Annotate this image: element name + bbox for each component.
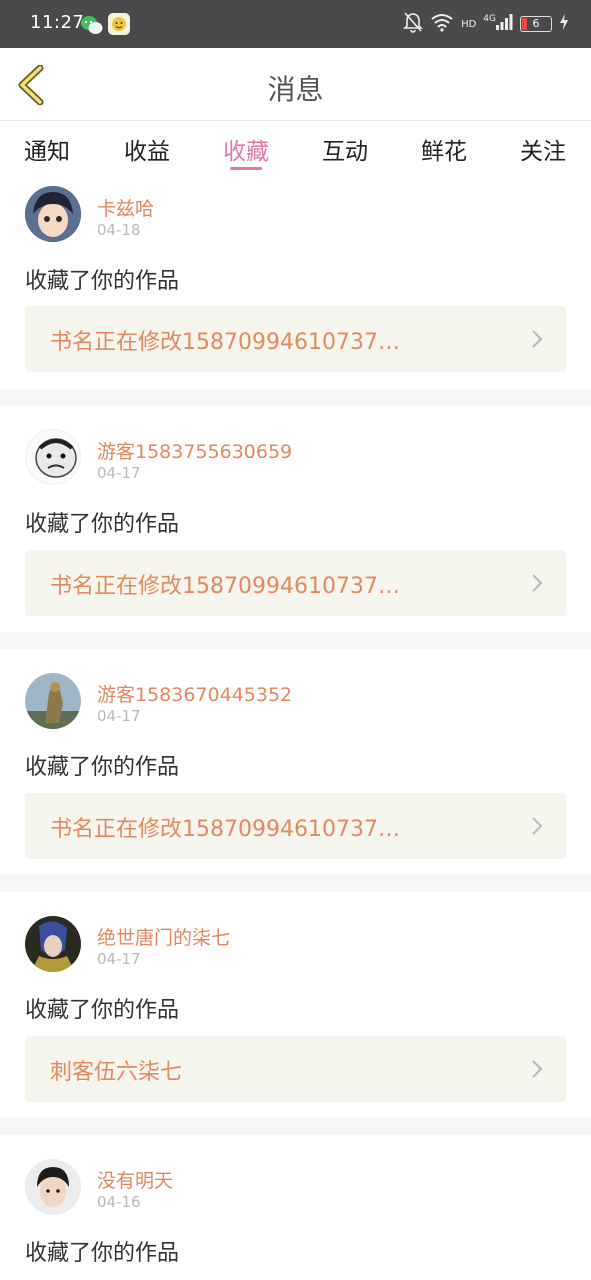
user-name[interactable]: 游客1583755630659 [97, 437, 292, 464]
battery-icon: 6 [520, 16, 552, 32]
book-title: 书名正在修改15870994610737… [50, 817, 400, 842]
tab-follows[interactable]: 关注 [520, 132, 566, 166]
avatar[interactable] [25, 916, 81, 972]
battery-level: 6 [532, 17, 540, 30]
hd-label: HD [461, 18, 477, 30]
active-tab-indicator [230, 167, 262, 170]
message-card: 卡兹哈 04-18 收藏了你的作品 书名正在修改15870994610737… [0, 177, 591, 389]
app-header: 消息 [0, 48, 591, 121]
tab-favorites[interactable]: 收藏 [223, 132, 269, 166]
status-bar: 11:27 HD 4G 6 [0, 0, 591, 48]
book-title: 书名正在修改15870994610737… [50, 574, 400, 599]
message-card: 游客1583670445352 04-17 收藏了你的作品 书名正在修改1587… [0, 649, 591, 875]
page-title: 消息 [267, 73, 324, 106]
chevron-right-icon [530, 328, 544, 350]
avatar[interactable] [25, 429, 81, 485]
user-name[interactable]: 游客1583670445352 [97, 680, 292, 707]
message-card: 游客1583755630659 04-17 收藏了你的作品 书名正在修改1587… [0, 406, 591, 632]
book-link[interactable]: 书名正在修改15870994610737… [25, 793, 566, 859]
message-date: 04-17 [97, 707, 141, 725]
tab-notifications[interactable]: 通知 [24, 132, 70, 166]
message-date: 04-17 [97, 464, 141, 482]
message-date: 04-18 [97, 221, 141, 239]
action-text: 收藏了你的作品 [25, 1241, 180, 1266]
book-link[interactable]: 刺客伍六柒七 [25, 1036, 566, 1102]
action-text: 收藏了你的作品 [25, 755, 180, 780]
action-text: 收藏了你的作品 [25, 512, 180, 537]
status-time: 11:27 [30, 12, 85, 33]
book-link[interactable]: 书名正在修改15870994610737… [25, 550, 566, 616]
book-title: 书名正在修改15870994610737… [50, 330, 400, 355]
avatar[interactable] [25, 1159, 81, 1215]
chevron-right-icon [530, 572, 544, 594]
wechat-icon [80, 13, 103, 35]
message-card: 绝世唐门的柒七 04-17 收藏了你的作品 刺客伍六柒七 [0, 892, 591, 1118]
app-notification-icon [108, 13, 130, 35]
wifi-icon [430, 12, 454, 36]
action-text: 收藏了你的作品 [25, 998, 180, 1023]
tab-flowers[interactable]: 鲜花 [421, 132, 467, 166]
tab-bar: 通知 收益 收藏 互动 鲜花 关注 [0, 121, 591, 177]
mute-bell-icon [403, 11, 423, 37]
message-card: 没有明天 04-16 收藏了你的作品 [0, 1135, 591, 1280]
action-text: 收藏了你的作品 [25, 269, 180, 294]
tab-earnings[interactable]: 收益 [124, 132, 170, 166]
user-name[interactable]: 没有明天 [97, 1166, 173, 1193]
chevron-right-icon [530, 1058, 544, 1080]
avatar[interactable] [25, 186, 81, 242]
avatar[interactable] [25, 673, 81, 729]
charging-icon [559, 14, 569, 34]
user-name[interactable]: 卡兹哈 [97, 194, 154, 221]
user-name[interactable]: 绝世唐门的柒七 [97, 923, 230, 950]
message-date: 04-17 [97, 950, 141, 968]
tab-interactions[interactable]: 互动 [322, 132, 368, 166]
book-link[interactable]: 书名正在修改15870994610737… [25, 306, 566, 372]
message-date: 04-16 [97, 1193, 141, 1211]
chevron-right-icon [530, 815, 544, 837]
signal-icon [495, 13, 513, 35]
book-title: 刺客伍六柒七 [50, 1060, 183, 1085]
